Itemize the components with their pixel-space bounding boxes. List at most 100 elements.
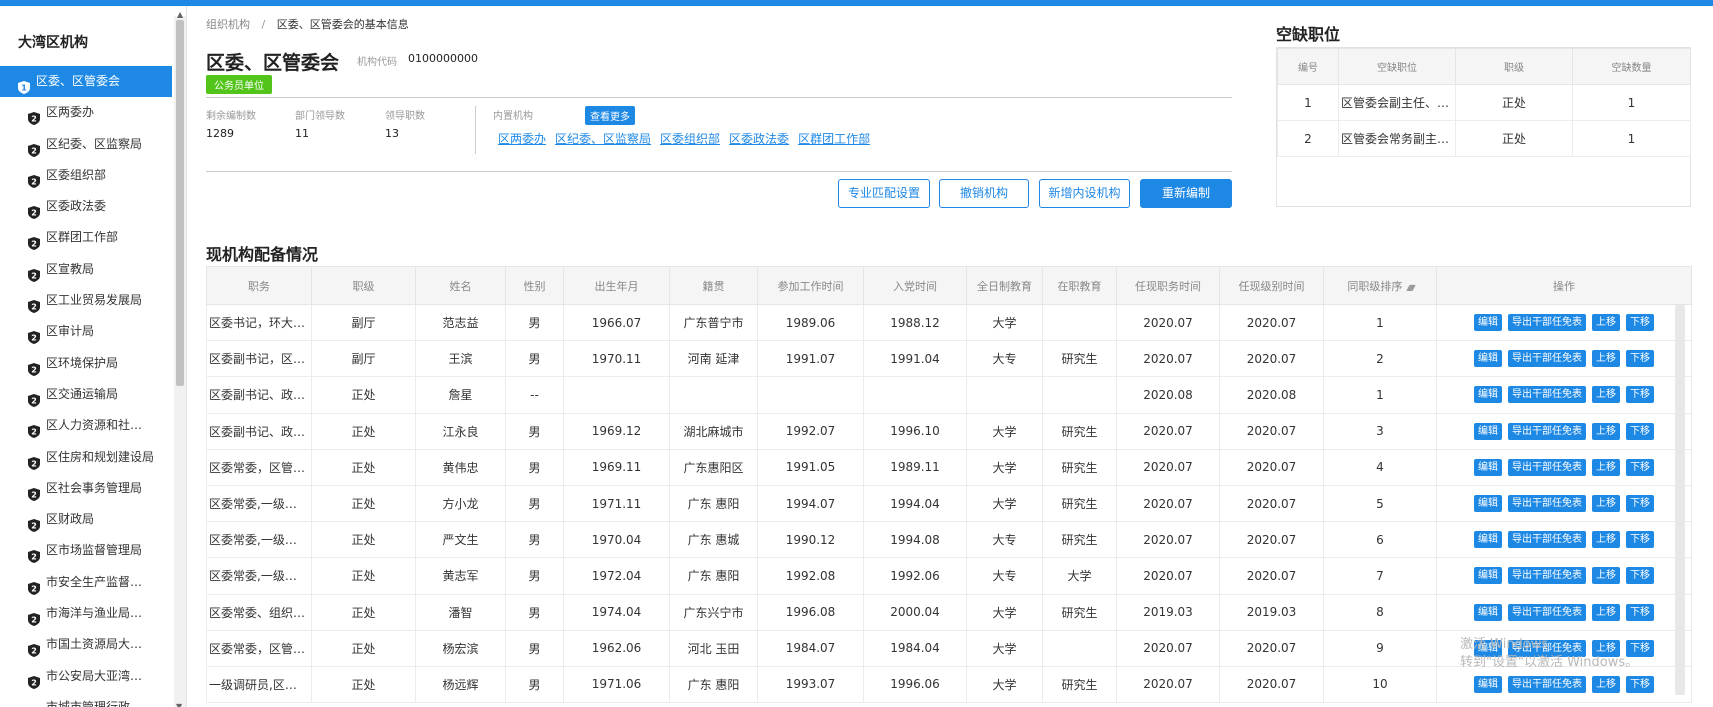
sidebar-item[interactable]: 2 区工业贸易发展局 [0, 285, 172, 316]
sort-icon[interactable]: ▲▼ [1406, 283, 1415, 292]
sidebar-item[interactable]: 2 区环境保护局 [0, 348, 172, 379]
edit-button[interactable]: 编辑 [1474, 531, 1502, 549]
internal-depts-label: 内置机构 [493, 111, 533, 122]
table-cell: 大学 [966, 303, 1043, 342]
move-down-button[interactable]: 下移 [1626, 567, 1654, 585]
table-cell: 2020.07 [1219, 448, 1324, 486]
move-down-button[interactable]: 下移 [1626, 350, 1654, 368]
sidebar-item[interactable]: 2 区社会事务管理局 [0, 473, 172, 504]
edit-button[interactable]: 编辑 [1474, 675, 1502, 693]
table-cell: 男 [505, 412, 564, 450]
internal-dept-link[interactable]: 区群团工作部 [798, 132, 870, 146]
sidebar-item[interactable]: 2 区审计局 [0, 316, 172, 347]
export-appointment-button[interactable]: 导出干部任免表 [1508, 350, 1586, 368]
table-cell: 5 [1323, 484, 1437, 523]
table-cell: 1984.07 [757, 629, 864, 667]
sidebar-item[interactable]: 2 区委组织部 [0, 160, 172, 191]
sidebar-item[interactable]: 2 区交通运输局 [0, 379, 172, 410]
move-down-button[interactable]: 下移 [1626, 458, 1654, 476]
sidebar-item[interactable]: 2 区市场监督管理局 [0, 535, 172, 566]
table-cell: 1993.07 [757, 665, 864, 704]
internal-dept-link[interactable]: 区委政法委 [729, 132, 789, 146]
sidebar-item[interactable]: 2 区人力资源和社… [0, 410, 172, 441]
table-cell: 男 [505, 448, 564, 486]
internal-dept-link[interactable]: 区纪委、区监察局 [555, 132, 651, 146]
edit-button[interactable]: 编辑 [1474, 567, 1502, 585]
move-up-button[interactable]: 上移 [1592, 314, 1620, 332]
shield-badge-icon: 2 [28, 200, 40, 220]
sidebar-item[interactable]: 2 区宣教局 [0, 254, 172, 285]
move-down-button[interactable]: 下移 [1626, 675, 1654, 693]
org-code-value: 0100000000 [408, 52, 478, 65]
move-down-button[interactable]: 下移 [1626, 603, 1654, 621]
table-cell: 正处 [311, 629, 416, 667]
scroll-up-icon[interactable]: ▲ [177, 10, 183, 19]
table-cell: 区委常委,一级… [206, 521, 312, 559]
breadcrumb-root[interactable]: 组织机构 [206, 18, 250, 31]
reorganize-button[interactable]: 重新编制 [1140, 179, 1232, 208]
move-up-button[interactable]: 上移 [1592, 495, 1620, 513]
table-cell: 1 [1323, 376, 1437, 414]
internal-dept-link[interactable]: 区两委办 [498, 132, 546, 146]
table-cell: 区委常委、组织… [206, 593, 312, 631]
export-appointment-button[interactable]: 导出干部任免表 [1508, 458, 1586, 476]
move-down-button[interactable]: 下移 [1626, 386, 1654, 404]
svg-text:2: 2 [31, 396, 37, 405]
edit-button[interactable]: 编辑 [1474, 495, 1502, 513]
sidebar-item[interactable]: 2 区纪委、区监察局 [0, 129, 172, 160]
vacancy-cell: 正处 [1455, 84, 1573, 121]
svg-text:2: 2 [31, 146, 37, 155]
sidebar-item[interactable]: 2 市海洋与渔业局… [0, 598, 172, 629]
sidebar-item[interactable]: 2 市公安局大亚湾… [0, 661, 172, 692]
move-up-button[interactable]: 上移 [1592, 531, 1620, 549]
column-header-label: 入党时间 [893, 279, 937, 293]
export-appointment-button[interactable]: 导出干部任免表 [1508, 603, 1586, 621]
major-match-settings-button[interactable]: 专业匹配设置 [838, 179, 930, 208]
view-more-button[interactable]: 查看更多 [585, 106, 635, 125]
export-appointment-button[interactable]: 导出干部任免表 [1508, 531, 1586, 549]
add-internal-org-button[interactable]: 新增内设机构 [1039, 179, 1130, 208]
move-down-button[interactable]: 下移 [1626, 495, 1654, 513]
move-up-button[interactable]: 上移 [1592, 386, 1620, 404]
sidebar-item[interactable]: 2 市城市管理行政… [0, 692, 172, 707]
sidebar-item[interactable]: 2 市国土资源局大… [0, 629, 172, 660]
edit-button[interactable]: 编辑 [1474, 350, 1502, 368]
edit-button[interactable]: 编辑 [1474, 458, 1502, 476]
export-appointment-button[interactable]: 导出干部任免表 [1508, 495, 1586, 513]
export-appointment-button[interactable]: 导出干部任免表 [1508, 386, 1586, 404]
sidebar-item[interactable]: 2 区群团工作部 [0, 222, 172, 253]
move-up-button[interactable]: 上移 [1592, 350, 1620, 368]
export-appointment-button[interactable]: 导出干部任免表 [1508, 675, 1586, 693]
scroll-down-icon[interactable]: ▼ [176, 702, 182, 707]
move-up-button[interactable]: 上移 [1592, 422, 1620, 440]
edit-button[interactable]: 编辑 [1474, 314, 1502, 332]
export-appointment-button[interactable]: 导出干部任免表 [1508, 567, 1586, 585]
sidebar-item[interactable]: 2 区住房和规划建设局 [0, 442, 172, 473]
move-down-button[interactable]: 下移 [1626, 531, 1654, 549]
export-appointment-button[interactable]: 导出干部任免表 [1508, 314, 1586, 332]
edit-button[interactable]: 编辑 [1474, 422, 1502, 440]
move-up-button[interactable]: 上移 [1592, 675, 1620, 693]
internal-dept-link[interactable]: 区委组织部 [660, 132, 720, 146]
table-scrollbar[interactable] [1675, 305, 1685, 695]
sidebar-scroll-thumb[interactable] [176, 20, 184, 386]
edit-button[interactable]: 编辑 [1474, 603, 1502, 621]
revoke-org-button[interactable]: 撤销机构 [939, 179, 1029, 208]
sidebar-item[interactable]: 2 区委政法委 [0, 191, 172, 222]
move-up-button[interactable]: 上移 [1592, 567, 1620, 585]
export-appointment-button[interactable]: 导出干部任免表 [1508, 422, 1586, 440]
move-up-button[interactable]: 上移 [1592, 603, 1620, 621]
svg-text:2: 2 [31, 177, 37, 186]
move-up-button[interactable]: 上移 [1592, 458, 1620, 476]
sidebar-item[interactable]: 2 市安全生产监督… [0, 567, 172, 598]
sidebar-item[interactable]: 1 区委、区管委会 [0, 66, 172, 98]
table-cell: 2020.07 [1219, 303, 1324, 342]
sidebar-item[interactable]: 2 区两委办 [0, 97, 172, 128]
move-down-button[interactable]: 下移 [1626, 314, 1654, 332]
move-down-button[interactable]: 下移 [1626, 422, 1654, 440]
table-cell: 2000.04 [863, 593, 967, 631]
sidebar-item[interactable]: 2 区财政局 [0, 504, 172, 535]
table-cell: 研究生 [1042, 448, 1117, 486]
sidebar-scrollbar[interactable]: ▲ ▼ [174, 10, 186, 707]
edit-button[interactable]: 编辑 [1474, 386, 1502, 404]
